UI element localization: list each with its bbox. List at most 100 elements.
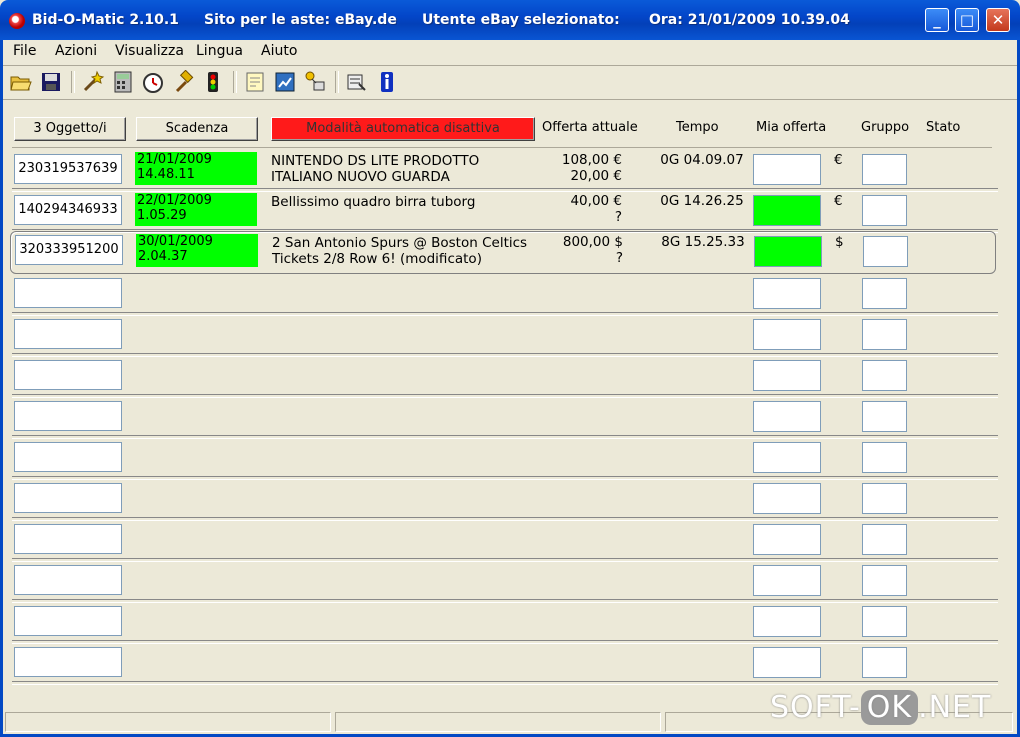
toolbar-separator (71, 71, 75, 93)
item-id-field[interactable] (14, 606, 122, 636)
item-id-field[interactable] (14, 401, 122, 431)
item-id-field[interactable] (14, 319, 122, 349)
my-offer-input[interactable] (754, 236, 822, 267)
table-row[interactable]: 230319537639 21/01/2009 14.48.11 NINTENDO… (12, 151, 998, 192)
item-id-field[interactable] (14, 565, 122, 595)
calculator-icon[interactable] (111, 70, 135, 94)
item-title[interactable]: NINTENDO DS LITE PRODOTTO ITALIANO NUOVO… (271, 153, 541, 185)
item-id-field[interactable] (14, 483, 122, 513)
info-icon[interactable] (375, 70, 399, 94)
minimize-button[interactable]: _ (925, 8, 949, 32)
my-offer-input[interactable] (753, 401, 821, 432)
maximize-button[interactable]: □ (955, 8, 979, 32)
status-pane-1 (5, 712, 331, 732)
table-row-empty[interactable] (12, 603, 998, 644)
hammer-icon[interactable] (171, 70, 195, 94)
item-id-field[interactable] (14, 360, 122, 390)
my-offer-input[interactable] (753, 483, 821, 514)
expiry-time: 2.04.37 (138, 249, 188, 264)
my-offer-input[interactable] (753, 154, 821, 185)
item-id-field[interactable]: 230319537639 (14, 154, 122, 184)
my-offer-input[interactable] (753, 647, 821, 678)
table-row-empty[interactable] (12, 562, 998, 603)
auto-mode-toggle-button[interactable]: Modalità automatica disattiva (271, 117, 535, 141)
currency-label: € (834, 152, 843, 168)
group-input[interactable] (862, 606, 907, 637)
item-id-field[interactable] (14, 647, 122, 677)
group-input[interactable] (862, 360, 907, 391)
table-row-empty[interactable] (12, 275, 998, 316)
my-offer-input[interactable] (753, 195, 821, 226)
my-offer-input[interactable] (753, 278, 821, 309)
expiry-sort-button[interactable]: Scadenza (136, 117, 258, 141)
menu-azioni[interactable]: Azioni (55, 43, 97, 59)
watermark-pre: SOFT- (770, 690, 861, 725)
table-row-empty[interactable] (12, 316, 998, 357)
current-offer: 800,00 $? (543, 234, 623, 266)
my-offer-input[interactable] (753, 524, 821, 555)
user-label: Utente eBay selezionato: (422, 12, 620, 28)
table-row-empty[interactable] (12, 357, 998, 398)
clock-icon[interactable] (141, 70, 165, 94)
items-count-button[interactable]: 3 Oggetto/i (14, 117, 126, 141)
group-input[interactable] (863, 236, 908, 267)
current-offer: 40,00 €? (542, 193, 622, 225)
group-input[interactable] (862, 401, 907, 432)
chart-icon[interactable] (273, 70, 297, 94)
my-offer-input[interactable] (753, 319, 821, 350)
close-button[interactable]: ✕ (986, 8, 1010, 32)
document-icon[interactable] (243, 70, 267, 94)
table-row-selected[interactable]: 320333951200 30/01/2009 2.04.37 2 San Ant… (10, 231, 996, 274)
app-logo-icon (9, 13, 25, 29)
save-icon[interactable] (39, 70, 63, 94)
traffic-light-icon[interactable] (201, 70, 225, 94)
group-input[interactable] (862, 319, 907, 350)
table-row-empty[interactable] (12, 398, 998, 439)
group-input[interactable] (862, 195, 907, 226)
time-left: 8G 15.25.33 (661, 234, 745, 250)
group-input[interactable] (862, 524, 907, 555)
open-folder-icon[interactable] (9, 70, 33, 94)
menu-visualizza[interactable]: Visualizza (115, 43, 184, 59)
network-icon[interactable] (303, 70, 327, 94)
item-id-field[interactable] (14, 442, 122, 472)
watermark-ok: OK (860, 690, 919, 725)
group-input[interactable] (862, 565, 907, 596)
col-time: Tempo (676, 120, 719, 135)
col-status: Stato (926, 120, 961, 135)
menu-file[interactable]: File (13, 43, 36, 59)
menu-aiuto[interactable]: Aiuto (261, 43, 297, 59)
table-row-empty[interactable] (12, 644, 998, 685)
group-input[interactable] (862, 483, 907, 514)
group-input[interactable] (862, 647, 907, 678)
settings-icon[interactable] (345, 70, 369, 94)
expiry-cell: 21/01/2009 14.48.11 (135, 152, 257, 185)
item-title[interactable]: Bellissimo quadro birra tuborg (271, 194, 541, 210)
table-row-empty[interactable] (12, 439, 998, 480)
row-divider (12, 681, 998, 685)
group-input[interactable] (862, 154, 907, 185)
expiry-cell: 30/01/2009 2.04.37 (136, 234, 258, 267)
current-price: 40,00 € (570, 193, 622, 209)
group-input[interactable] (862, 278, 907, 309)
my-offer-input[interactable] (753, 442, 821, 473)
table-row[interactable]: 140294346933 22/01/2009 1.05.29 Bellissim… (12, 192, 998, 233)
group-input[interactable] (862, 442, 907, 473)
my-offer-input[interactable] (753, 360, 821, 391)
table-row-empty[interactable] (12, 480, 998, 521)
my-offer-input[interactable] (753, 606, 821, 637)
my-offer-input[interactable] (753, 565, 821, 596)
item-id-field[interactable]: 320333951200 (15, 235, 123, 265)
watermark-post: .NET (918, 690, 992, 725)
window-frame-left (0, 40, 3, 737)
wizard-icon[interactable] (81, 70, 105, 94)
menu-lingua[interactable]: Lingua (196, 43, 243, 59)
header-divider (12, 147, 992, 148)
table-row-empty[interactable] (12, 521, 998, 562)
item-title[interactable]: 2 San Antonio Spurs @ Boston Celtics Tic… (272, 235, 542, 267)
item-id-field[interactable] (14, 524, 122, 554)
toolbar (3, 66, 1017, 98)
title-bar: Bid-O-Matic 2.10.1 Sito per le aste: eBa… (0, 0, 1020, 40)
item-id-field[interactable]: 140294346933 (14, 195, 122, 225)
item-id-field[interactable] (14, 278, 122, 308)
